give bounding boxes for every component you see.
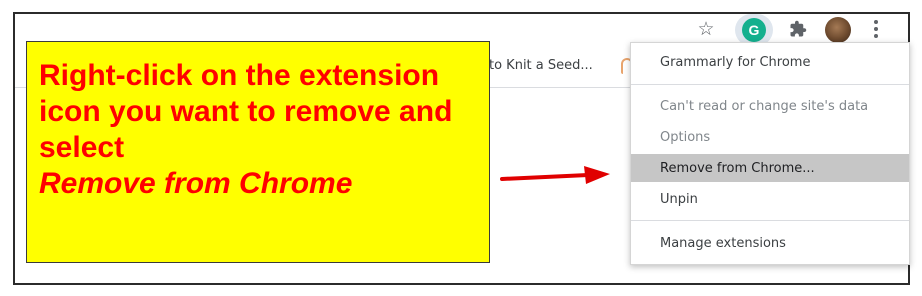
menu-item-manage-extensions[interactable]: Manage extensions (631, 229, 909, 257)
profile-avatar[interactable] (825, 17, 851, 43)
instruction-text: Right-click on the extension icon you wa… (39, 58, 479, 202)
menu-item-options: Options (660, 129, 711, 145)
menu-divider (631, 220, 909, 221)
menu-item-site-data: Can't read or change site's data (660, 98, 869, 114)
puzzle-icon[interactable] (786, 17, 810, 41)
browser-toolbar: ☆ G (15, 14, 908, 46)
instruction-main: Right-click on the extension icon you wa… (39, 59, 453, 164)
star-icon[interactable]: ☆ (694, 17, 718, 41)
menu-header-grammarly[interactable]: Grammarly for Chrome (631, 48, 909, 76)
menu-item-unpin[interactable]: Unpin (631, 185, 909, 213)
menu-divider (631, 84, 909, 85)
bookmark-item[interactable]: to Knit a Seed... (489, 58, 593, 73)
grammarly-extension-icon[interactable]: G (742, 18, 766, 42)
extension-context-menu: Grammarly for Chrome Can't read or chang… (630, 42, 910, 265)
menu-item-remove-from-chrome[interactable]: Remove from Chrome... (631, 154, 909, 182)
instruction-callout: Right-click on the extension icon you wa… (26, 41, 490, 263)
pointer-arrow-icon (500, 166, 610, 184)
kebab-menu-icon[interactable] (868, 17, 884, 41)
instruction-emphasis: Remove from Chrome (39, 167, 353, 200)
